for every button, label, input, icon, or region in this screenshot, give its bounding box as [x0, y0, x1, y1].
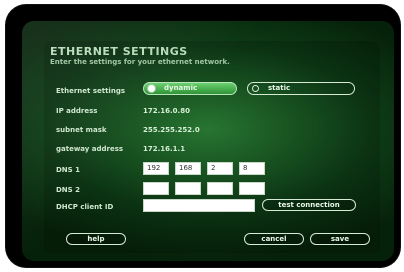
cancel-button[interactable]: cancel	[244, 233, 304, 245]
tv-frame: ETHERNET SETTINGS Enter the settings for…	[6, 5, 400, 267]
dns2-label: DNS 2	[56, 186, 81, 194]
test-connection-button[interactable]: test connection	[262, 199, 356, 211]
dns2-octet-1[interactable]	[143, 182, 169, 195]
dns1-label: DNS 1	[56, 166, 81, 174]
subnet-mask-value: 255.255.252.0	[143, 126, 200, 134]
subnet-mask-label: subnet mask	[56, 126, 107, 134]
gateway-address-label: gateway address	[56, 145, 124, 153]
help-button[interactable]: help	[66, 233, 126, 245]
save-button[interactable]: save	[310, 233, 370, 245]
ip-address-label: IP address	[56, 107, 98, 115]
dns2-octet-4[interactable]	[239, 182, 265, 195]
dhcp-client-id-input[interactable]	[143, 199, 255, 212]
dhcp-client-id-label: DHCP client ID	[56, 203, 114, 211]
dynamic-option-label: dynamic	[164, 84, 198, 92]
radio-empty-icon	[252, 85, 259, 92]
dns2-octet-2[interactable]	[175, 182, 201, 195]
dns1-octet-4[interactable]: 8	[239, 162, 265, 175]
screen: ETHERNET SETTINGS Enter the settings for…	[22, 21, 394, 261]
dynamic-option[interactable]: dynamic	[143, 82, 237, 95]
static-option-label: static	[268, 84, 291, 92]
dns2-octet-3[interactable]	[207, 182, 233, 195]
dns1-octet-1[interactable]: 192	[143, 162, 169, 175]
page-subtitle: Enter the settings for your ethernet net…	[50, 58, 230, 66]
ethernet-settings-label: Ethernet settings	[56, 87, 125, 95]
radio-selected-icon	[148, 85, 155, 92]
dns1-octet-2[interactable]: 168	[175, 162, 201, 175]
page-title: ETHERNET SETTINGS	[50, 45, 188, 58]
static-option[interactable]: static	[247, 82, 355, 95]
dns1-octet-3[interactable]: 2	[207, 162, 233, 175]
gateway-address-value: 172.16.1.1	[143, 145, 186, 153]
ip-address-value: 172.16.0.80	[143, 107, 190, 115]
